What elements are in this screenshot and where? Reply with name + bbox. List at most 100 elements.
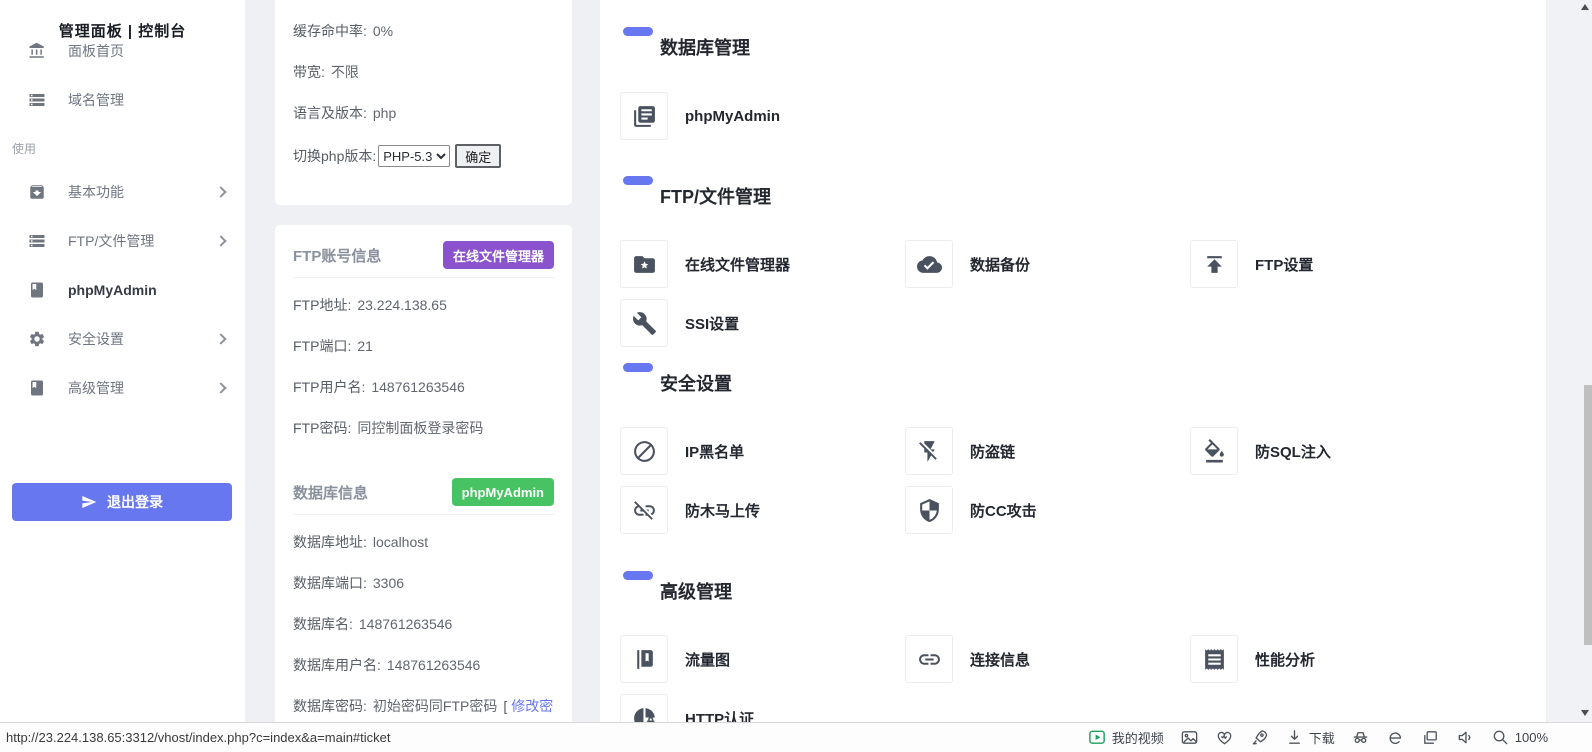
scroll-down-arrow-icon[interactable] [1581, 710, 1589, 716]
app-item-label: 连接信息 [970, 649, 1030, 670]
app-item-label: FTP设置 [1255, 254, 1313, 275]
page-zoom-button[interactable]: 100% [1491, 728, 1548, 747]
book-icon [28, 281, 46, 299]
library-books-icon [620, 92, 668, 140]
browser-status-bar: http://23.224.138.65:3312/vhost/index.ph… [0, 722, 1592, 752]
phpmyadmin-button[interactable]: phpMyAdmin [452, 478, 554, 506]
sidebar-item-phpmyadmin[interactable]: phpMyAdmin [0, 280, 245, 300]
ftp-row-value: 21 [357, 338, 373, 354]
sidebar-item-label: 域名管理 [68, 90, 124, 110]
section-title: FTP/文件管理 [660, 187, 1546, 208]
scrollbar[interactable] [1546, 0, 1592, 722]
section-title: 安全设置 [660, 374, 1546, 395]
db-row-value: 3306 [373, 575, 404, 591]
folder-star-icon [620, 240, 668, 288]
section-marker [623, 176, 653, 185]
health-button[interactable] [1215, 728, 1234, 747]
window-restore-button[interactable] [1421, 728, 1440, 747]
building-icon [28, 42, 46, 60]
change-password-link[interactable]: 修改密 [511, 698, 553, 714]
images-button[interactable] [1180, 728, 1199, 747]
server-info-card: 缓存命中率:0% 带宽:不限 语言及版本:php 切换php版本: PHP-5.… [275, 0, 572, 205]
app-item-anti-hotlink[interactable]: 防盗链 [905, 427, 1190, 475]
logout-button[interactable]: 退出登录 [12, 483, 232, 521]
block-icon [620, 427, 668, 475]
confirm-php-button[interactable]: 确定 [455, 144, 501, 168]
sidebar-item-ftp-files[interactable]: FTP/文件管理 [0, 231, 245, 251]
flash-off-icon [905, 427, 953, 475]
app-item-phpmyadmin[interactable]: phpMyAdmin [620, 92, 905, 140]
ftp-row-label: FTP地址: [293, 297, 351, 313]
app-item-anti-cc-attack[interactable]: 防CC攻击 [905, 486, 1190, 534]
app-item-connection-info[interactable]: 连接信息 [905, 635, 1190, 683]
db-row-label: 数据库地址: [293, 534, 367, 550]
scrollbar-thumb[interactable] [1584, 385, 1592, 645]
bracket: [ [503, 698, 507, 714]
php-version-select[interactable]: PHP-5.3 [378, 145, 450, 167]
section-marker [623, 27, 653, 36]
ie-compat-icon [1386, 728, 1405, 747]
speaker-icon [1456, 728, 1475, 747]
db-row-label: 数据库端口: [293, 575, 367, 591]
db-row-value: 148761263546 [387, 657, 480, 673]
my-videos-label: 我的视频 [1112, 728, 1164, 747]
my-videos-button[interactable]: 我的视频 [1088, 728, 1164, 747]
chevron-right-icon [215, 382, 226, 393]
app-item-data-backup[interactable]: 数据备份 [905, 240, 1190, 288]
sidebar-item-security[interactable]: 安全设置 [0, 329, 245, 349]
app-item-label: phpMyAdmin [685, 108, 780, 125]
ftp-info-title: FTP账号信息 [293, 245, 381, 266]
incognito-button[interactable] [1351, 728, 1370, 747]
section-marker [623, 571, 653, 580]
chevron-right-icon [215, 235, 226, 246]
app-item-online-file-manager[interactable]: 在线文件管理器 [620, 240, 905, 288]
app-item-ip-blacklist[interactable]: IP黑名单 [620, 427, 905, 475]
stat-value: php [373, 103, 396, 123]
status-toolbar: 我的视频 下载 100% [1088, 728, 1548, 747]
mute-button[interactable] [1456, 728, 1475, 747]
app-item-ftp-settings[interactable]: FTP设置 [1190, 240, 1475, 288]
images-icon [1180, 728, 1199, 747]
app-item-anti-sql-injection[interactable]: 防SQL注入 [1190, 427, 1475, 475]
zoom-level: 100% [1515, 730, 1548, 745]
wrench-icon [620, 299, 668, 347]
my-videos-play-icon [1088, 728, 1107, 747]
shield-icon [905, 486, 953, 534]
app-item-traffic-graph[interactable]: 流量图 [620, 635, 905, 683]
ftp-row-value: 同控制面板登录密码 [357, 420, 483, 436]
online-file-manager-button[interactable]: 在线文件管理器 [443, 241, 554, 269]
incognito-icon [1351, 728, 1370, 747]
book-icon [28, 379, 46, 397]
sidebar-item-label: 面板首页 [68, 41, 124, 61]
panel-title: 管理面板 | 控制台 [0, 0, 245, 41]
app-item-performance-analysis[interactable]: 性能分析 [1190, 635, 1475, 683]
app-item-http-auth[interactable]: HTTP认证 [620, 694, 905, 722]
chevron-right-icon [215, 333, 226, 344]
sidebar-item-advanced[interactable]: 高级管理 [0, 378, 245, 398]
health-heart-icon [1215, 728, 1234, 747]
sidebar-item-label: phpMyAdmin [68, 282, 157, 298]
app-item-ssi-settings[interactable]: SSI设置 [620, 299, 905, 347]
app-item-anti-trojan-upload[interactable]: 防木马上传 [620, 486, 905, 534]
stat-label: 语言及版本: [293, 103, 367, 123]
zoom-magnifier-icon [1491, 728, 1510, 747]
speed-mode-button[interactable] [1250, 728, 1269, 747]
sidebar-item-label: 高级管理 [68, 378, 124, 398]
send-icon [81, 494, 97, 510]
browser-viewport: 管理面板 | 控制台 面板首页 域名管理 使用 基本功能 FTP/文件管理 [0, 0, 1592, 722]
server-stack-icon [28, 91, 46, 109]
ftp-row-value: 148761263546 [371, 379, 464, 395]
stat-value: 0% [373, 21, 393, 41]
app-item-label: 在线文件管理器 [685, 254, 790, 275]
ie-compat-button[interactable] [1386, 728, 1405, 747]
section-marker [623, 363, 653, 372]
scroll-up-arrow-icon[interactable] [1581, 4, 1589, 10]
stat-value: 不限 [331, 62, 359, 82]
downloads-button[interactable]: 下载 [1285, 728, 1335, 747]
app-item-label: HTTP认证 [685, 708, 754, 723]
section-advanced: 高级管理 流量图 连接信息 性能分析 HTTP认证 [600, 571, 1546, 722]
db-row-label: 数据库名: [293, 616, 353, 632]
sidebar-item-home[interactable]: 面板首页 [0, 41, 245, 61]
sidebar-item-basic-functions[interactable]: 基本功能 [0, 182, 245, 202]
sidebar-item-domains[interactable]: 域名管理 [0, 90, 245, 110]
